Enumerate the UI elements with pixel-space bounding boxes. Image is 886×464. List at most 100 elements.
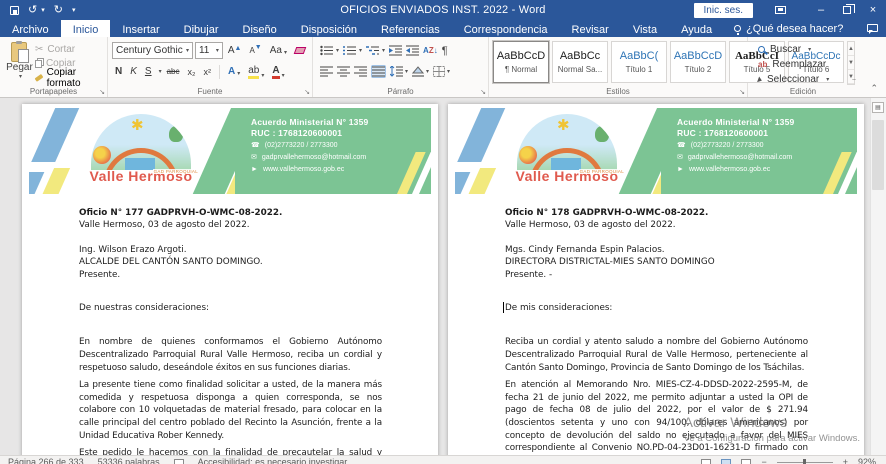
letterhead: ✱ GAD PARROQUIALValle Hermoso Acuerdo Mi…	[455, 108, 857, 194]
bullets-button[interactable]: ▾	[320, 45, 339, 56]
borders-button[interactable]: ▾	[433, 66, 450, 77]
style-normal-sa[interactable]: AaBbCcNormal Sa...	[552, 41, 608, 83]
scrollbar-thumb[interactable]	[872, 120, 884, 190]
font-group-label: Fuente	[108, 87, 312, 96]
grow-font-button[interactable]: A▲	[225, 44, 245, 57]
tab-archivo[interactable]: Archivo	[0, 20, 61, 37]
tab-revisar[interactable]: Revisar	[560, 20, 621, 37]
increase-indent-button[interactable]	[406, 45, 419, 56]
align-center-button[interactable]	[337, 66, 350, 77]
letter-body[interactable]: Oficio N° 178 GADPRVH-O-WMC-08-2022. Val…	[448, 194, 864, 455]
highlighter-icon: ab	[248, 65, 259, 79]
save-icon[interactable]	[10, 6, 19, 15]
addressee-title: DIRECTORA DISTRICTAL-MIES SANTO DOMINGO	[505, 256, 808, 268]
redo-icon[interactable]: ↻	[54, 5, 63, 16]
line-spacing-button[interactable]: ▾	[390, 66, 408, 77]
styles-dialog-launcher[interactable]: ↘	[739, 88, 745, 96]
tab-correspondencia[interactable]: Correspondencia	[452, 20, 560, 37]
undo-dropdown-icon[interactable]: ▾	[41, 7, 45, 14]
clipboard-dialog-launcher[interactable]: ↘	[99, 88, 105, 96]
display-settings-icon[interactable]	[775, 6, 786, 14]
justify-button[interactable]	[371, 65, 386, 78]
letterhead-info-panel: Acuerdo Ministerial N° 1359 RUC : 176812…	[661, 108, 857, 194]
salutation: De mis consideraciones:	[505, 302, 808, 314]
vertical-scrollbar[interactable]: ▤	[870, 98, 886, 455]
status-bar: Página 266 de 333 53336 palabras Accesib…	[0, 455, 886, 464]
font-name-combo[interactable]: Century Gothic▾	[112, 42, 193, 59]
word-window: ↺▾ ↻ ▾ OFICIOS ENVIADOS INST. 2022 - Wor…	[0, 0, 886, 464]
underline-button[interactable]: S	[142, 65, 155, 78]
letter-body[interactable]: Oficio N° 177 GADPRVH-O-WMC-08-2022. Val…	[22, 194, 438, 455]
word-count[interactable]: 53336 palabras	[98, 457, 160, 464]
eraser-icon	[294, 47, 307, 54]
web-layout-icon[interactable]	[741, 459, 751, 464]
sort-button[interactable]: AZ↓	[423, 47, 438, 55]
zoom-level[interactable]: 92%	[858, 457, 876, 464]
tab-referencias[interactable]: Referencias	[369, 20, 452, 37]
tab-dibujar[interactable]: Dibujar	[172, 20, 231, 37]
tab-vista[interactable]: Vista	[621, 20, 669, 37]
page-right[interactable]: ✱ GAD PARROQUIALValle Hermoso Acuerdo Mi…	[448, 104, 864, 455]
paragraph-dialog-launcher[interactable]: ↘	[480, 88, 486, 96]
italic-button[interactable]: K	[127, 65, 140, 78]
tab-insertar[interactable]: Insertar	[110, 20, 171, 37]
flower-icon	[519, 146, 537, 164]
read-mode-icon[interactable]	[701, 459, 711, 464]
font-color-button[interactable]: A▾	[269, 64, 287, 80]
tell-me-box[interactable]: ¿Qué desea hacer?	[724, 20, 853, 37]
sign-in-button[interactable]: Inic. ses.	[694, 3, 753, 18]
cut-button[interactable]: ✂Cortar	[35, 43, 103, 56]
editing-group: Buscar▾ abReemplazar Seleccionar▾ Edició…	[748, 37, 858, 97]
multilevel-list-button[interactable]: ▾	[366, 45, 385, 56]
zoom-out-icon[interactable]: −	[761, 457, 766, 464]
style-titulo-1[interactable]: AaBbC(Título 1	[611, 41, 667, 83]
customize-qat-icon[interactable]: ▾	[72, 7, 76, 14]
shrink-font-button[interactable]: A▼	[246, 45, 264, 56]
tab-inicio[interactable]: Inicio	[61, 20, 111, 37]
numbering-button[interactable]: ▾	[343, 45, 362, 56]
decrease-indent-button[interactable]	[389, 45, 402, 56]
tab-ayuda[interactable]: Ayuda	[669, 20, 724, 37]
style-normal[interactable]: AaBbCcD¶ Normal	[493, 41, 549, 83]
minimize-button[interactable]: –	[808, 0, 834, 20]
style-titulo-2[interactable]: AaBbCcDTítulo 2	[670, 41, 726, 83]
tab-disposicion[interactable]: Disposición	[289, 20, 369, 37]
proofing-icon[interactable]	[174, 459, 184, 464]
format-painter-button[interactable]: Copiar formato	[35, 71, 103, 85]
tab-diseno[interactable]: Diseño	[231, 20, 289, 37]
replace-button[interactable]: abReemplazar	[752, 57, 854, 72]
highlight-button[interactable]: ab▾	[245, 64, 267, 80]
select-button[interactable]: Seleccionar▾	[752, 72, 854, 87]
ruc-line: RUC : 1768120600001	[251, 128, 425, 139]
text-effects-button[interactable]: A▾	[225, 65, 243, 78]
show-marks-button[interactable]: ¶	[442, 45, 448, 57]
font-size-combo[interactable]: 11▾	[195, 42, 223, 59]
subscript-button[interactable]: x₂	[185, 66, 199, 78]
accessibility-status[interactable]: Accesibilidad: es necesario investigar	[198, 457, 348, 464]
find-button[interactable]: Buscar▾	[752, 42, 854, 57]
change-case-button[interactable]: Aa▾	[267, 44, 290, 57]
flower-icon	[93, 146, 111, 164]
restore-button[interactable]	[834, 0, 860, 20]
superscript-button[interactable]: x²	[201, 66, 215, 78]
page-indicator[interactable]: Página 266 de 333	[8, 457, 84, 464]
close-button[interactable]: ×	[860, 0, 886, 20]
bold-button[interactable]: N	[112, 65, 125, 78]
clear-formatting-button[interactable]	[292, 46, 308, 55]
align-left-button[interactable]	[320, 66, 333, 77]
undo-icon[interactable]: ↺	[28, 5, 37, 16]
paste-button[interactable]: Pegar ▾	[4, 40, 35, 85]
align-right-button[interactable]	[354, 66, 367, 77]
comments-icon[interactable]	[867, 24, 878, 32]
shading-button[interactable]: ▾	[412, 66, 429, 77]
zoom-slider[interactable]	[777, 462, 833, 463]
show-ruler-icon[interactable]: ▤	[872, 102, 884, 113]
collapse-ribbon-icon[interactable]: ⌃	[870, 83, 878, 94]
page-left[interactable]: ✱ GAD PARROQUIALValle Hermoso Acuerdo Mi…	[22, 104, 438, 455]
print-layout-icon[interactable]	[721, 459, 731, 464]
zoom-in-icon[interactable]: +	[843, 457, 848, 464]
phone-icon: ☎	[677, 140, 686, 151]
font-dialog-launcher[interactable]: ↘	[304, 88, 310, 96]
font-color-icon: A	[272, 65, 279, 79]
strikethrough-button[interactable]: abc	[164, 66, 183, 77]
